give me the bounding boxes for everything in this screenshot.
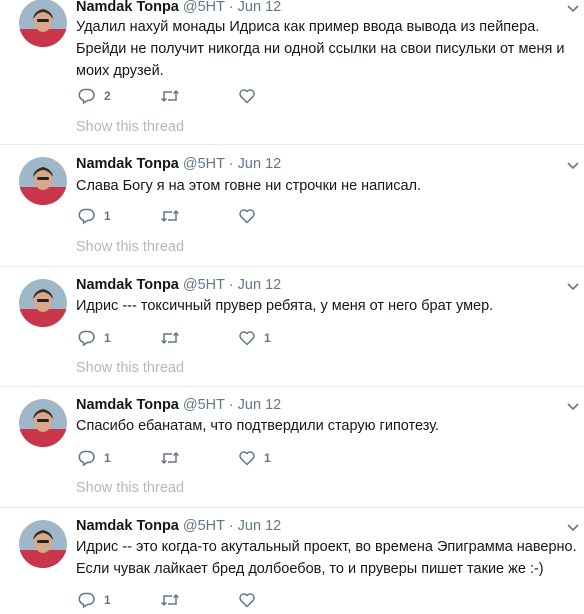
- author-handle[interactable]: @5HT: [183, 0, 225, 15]
- tweet[interactable]: Namdak Tonpa @5HT · Jun 12 Идрис --- ток…: [0, 267, 584, 387]
- tweet-text: Спасибо ебанатам, что подтвердили старую…: [76, 415, 578, 437]
- author-name[interactable]: Namdak Tonpa: [76, 397, 179, 413]
- like-button[interactable]: [238, 86, 264, 106]
- reply-button[interactable]: 1: [78, 206, 111, 226]
- tweet-date[interactable]: Jun 12: [238, 156, 282, 172]
- separator: ·: [228, 397, 234, 413]
- like-button[interactable]: [238, 590, 264, 610]
- retweet-icon: [160, 331, 180, 345]
- reply-count: 2: [104, 89, 111, 103]
- retweet-button[interactable]: [160, 86, 188, 106]
- chevron-down-icon[interactable]: [566, 282, 580, 292]
- author-handle[interactable]: @5HT: [183, 397, 225, 413]
- tweet-text-line: Идрис --- токсичный прувер ребята, у мен…: [76, 298, 494, 314]
- reply-icon: [78, 88, 95, 105]
- reply-icon: [78, 330, 95, 347]
- retweet-icon: [160, 209, 180, 223]
- tweet-text-line: Если чувак лайкает бред долбоебов, то и …: [76, 561, 544, 577]
- heart-icon: [239, 89, 255, 104]
- tweet-text: Идрис -- это когда-то акутальный проект,…: [76, 536, 578, 580]
- author-name[interactable]: Namdak Tonpa: [76, 0, 179, 15]
- heart-icon: [239, 331, 255, 346]
- reply-button[interactable]: 2: [78, 86, 111, 106]
- heart-icon: [239, 593, 255, 608]
- heart-icon: [239, 209, 255, 224]
- tweet-text-line: Спасибо ебанатам, что подтвердили старую…: [76, 418, 440, 434]
- avatar[interactable]: [19, 157, 67, 205]
- retweet-button[interactable]: [160, 448, 188, 468]
- retweet-icon: [160, 451, 180, 465]
- author-name[interactable]: Namdak Tonpa: [76, 518, 179, 534]
- tweet-date[interactable]: Jun 12: [238, 518, 282, 534]
- author-handle[interactable]: @5HT: [183, 518, 225, 534]
- retweet-button[interactable]: [160, 328, 188, 348]
- reply-count: 1: [104, 209, 111, 223]
- tweet-header: Namdak Tonpa @5HT · Jun 12: [76, 517, 281, 535]
- like-button[interactable]: [238, 206, 264, 226]
- tweet-text-line: Идрис -- это когда-то акутальный проект,…: [76, 539, 577, 555]
- show-thread-link[interactable]: Show this thread: [76, 238, 184, 256]
- author-name[interactable]: Namdak Tonpa: [76, 156, 179, 172]
- tweet-text-line: Удалил нахуй монады Идриса как пример вв…: [76, 19, 540, 35]
- author-handle[interactable]: @5HT: [183, 277, 225, 293]
- separator: ·: [228, 518, 234, 534]
- like-button[interactable]: 1: [238, 328, 271, 348]
- reply-icon: [78, 208, 95, 225]
- author-handle[interactable]: @5HT: [183, 156, 225, 172]
- tweet[interactable]: Namdak Tonpa @5HT · Jun 12 Удалил нахуй …: [0, 0, 584, 145]
- tweet-text-line: Брейди не получит никогда ни одной ссылк…: [76, 41, 565, 57]
- reply-count: 1: [104, 451, 111, 465]
- chevron-down-icon[interactable]: [566, 523, 580, 533]
- like-count: 1: [264, 331, 271, 345]
- reply-button[interactable]: 1: [78, 590, 111, 610]
- separator: ·: [228, 0, 234, 15]
- author-name[interactable]: Namdak Tonpa: [76, 277, 179, 293]
- tweet-text-line: моих друзей.: [76, 63, 164, 79]
- like-button[interactable]: 1: [238, 448, 271, 468]
- avatar[interactable]: [19, 520, 67, 568]
- heart-icon: [239, 451, 255, 466]
- tweet[interactable]: Namdak Tonpa @5HT · Jun 12 Идрис -- это …: [0, 508, 584, 614]
- separator: ·: [228, 277, 234, 293]
- tweet-date[interactable]: Jun 12: [238, 0, 282, 15]
- like-count: 1: [264, 451, 271, 465]
- chevron-down-icon[interactable]: [566, 4, 580, 14]
- retweet-icon: [160, 593, 180, 607]
- reply-count: 1: [104, 331, 111, 345]
- show-thread-link[interactable]: Show this thread: [76, 359, 184, 377]
- avatar[interactable]: [19, 399, 67, 447]
- tweet-header: Namdak Tonpa @5HT · Jun 12: [76, 155, 281, 173]
- chevron-down-icon[interactable]: [566, 161, 580, 171]
- tweet-header: Namdak Tonpa @5HT · Jun 12: [76, 0, 281, 16]
- show-thread-link[interactable]: Show this thread: [76, 118, 184, 136]
- avatar[interactable]: [19, 279, 67, 327]
- chevron-down-icon[interactable]: [566, 402, 580, 412]
- retweet-button[interactable]: [160, 206, 188, 226]
- tweet-header: Namdak Tonpa @5HT · Jun 12: [76, 396, 281, 414]
- timeline: Namdak Tonpa @5HT · Jun 12 Удалил нахуй …: [0, 0, 584, 614]
- reply-count: 1: [104, 593, 111, 607]
- tweet-text: Идрис --- токсичный прувер ребята, у мен…: [76, 295, 578, 317]
- tweet-date[interactable]: Jun 12: [238, 277, 282, 293]
- reply-icon: [78, 450, 95, 467]
- reply-button[interactable]: 1: [78, 448, 111, 468]
- tweet-text: Слава Богу я на этом говне ни строчки не…: [76, 175, 578, 197]
- tweet-date[interactable]: Jun 12: [238, 397, 282, 413]
- tweet[interactable]: Namdak Tonpa @5HT · Jun 12 Слава Богу я …: [0, 145, 584, 267]
- avatar[interactable]: [19, 0, 67, 47]
- retweet-button[interactable]: [160, 590, 188, 610]
- reply-icon: [78, 592, 95, 609]
- show-thread-link[interactable]: Show this thread: [76, 479, 184, 497]
- separator: ·: [228, 156, 234, 172]
- tweet-text-line: Слава Богу я на этом говне ни строчки не…: [76, 178, 422, 194]
- retweet-icon: [160, 89, 180, 103]
- tweet-header: Namdak Tonpa @5HT · Jun 12: [76, 276, 281, 294]
- reply-button[interactable]: 1: [78, 328, 111, 348]
- tweet[interactable]: Namdak Tonpa @5HT · Jun 12 Спасибо ебана…: [0, 387, 584, 508]
- tweet-text: Удалил нахуй монады Идриса как пример вв…: [76, 16, 578, 82]
